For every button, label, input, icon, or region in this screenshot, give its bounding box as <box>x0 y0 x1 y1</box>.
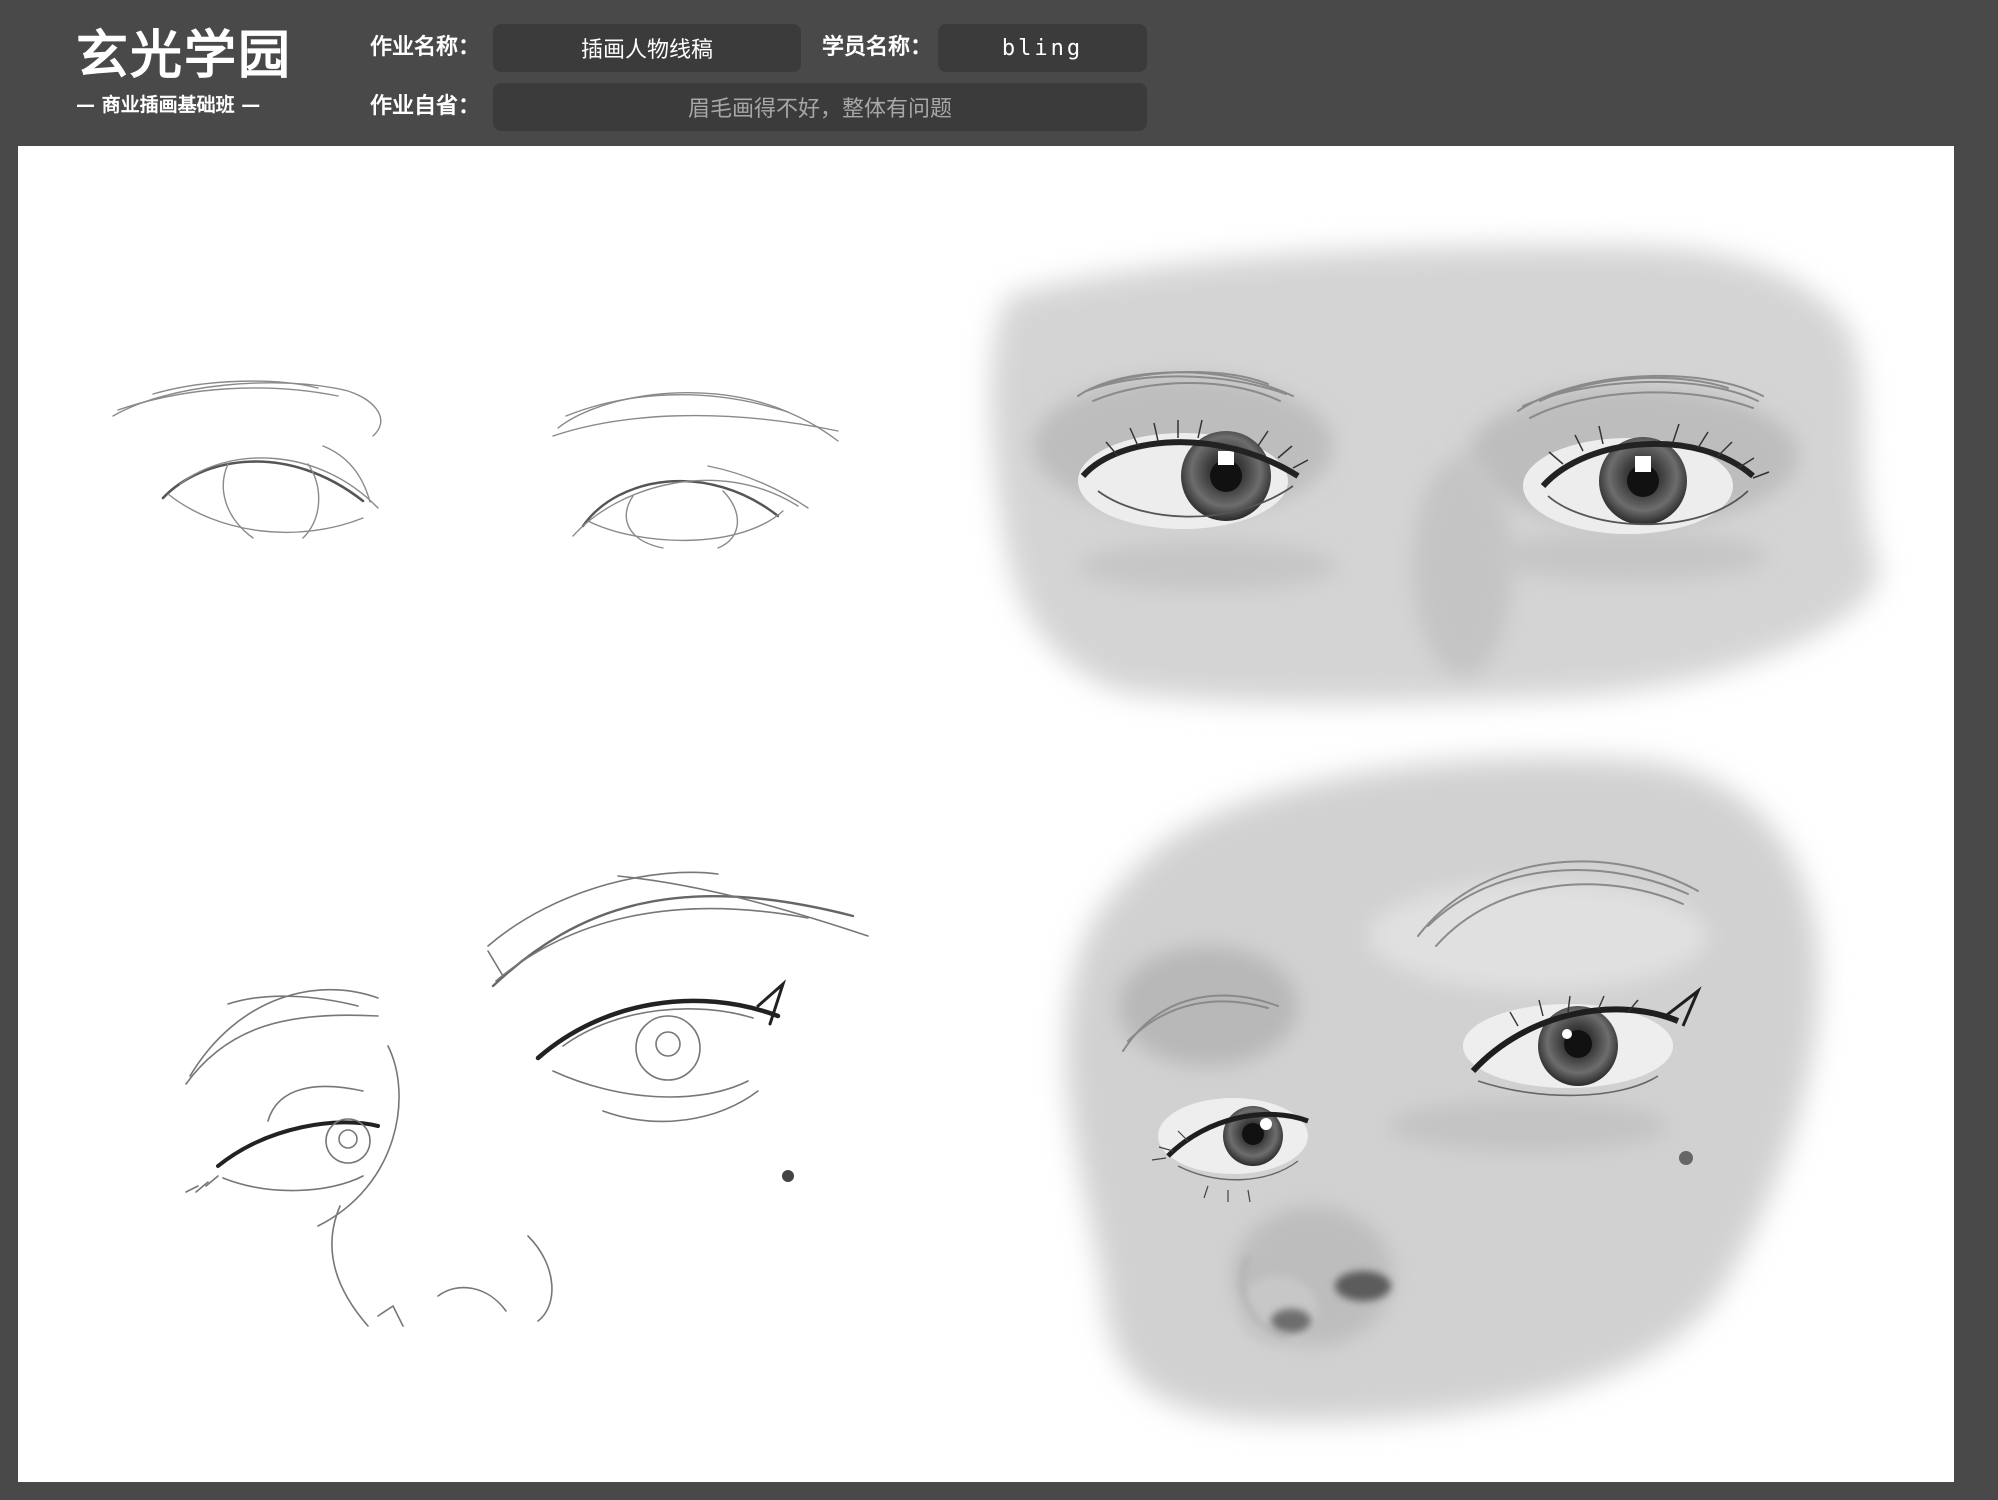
school-logo: 玄光学园 — 商业插画基础班 — <box>76 24 293 124</box>
sketch-front-eyes <box>112 380 839 549</box>
header-bar: 玄光学园 — 商业插画基础班 — 作业名称： 插画人物线稿 学员名称： blin… <box>0 0 1998 145</box>
rendered-three-quarter <box>1066 757 1820 1422</box>
sketch-three-quarter <box>185 871 869 1327</box>
student-name-field[interactable]: bling <box>938 24 1147 72</box>
rendered-front-eyes <box>990 245 1879 703</box>
homework-name-label: 作业名称： <box>370 35 481 60</box>
artwork-canvas <box>18 146 1954 1482</box>
self-review-label: 作业自省： <box>370 94 481 119</box>
self-review-field[interactable]: 眉毛画得不好，整体有问题 <box>493 83 1147 131</box>
logo-title: 玄光学园 <box>76 25 293 86</box>
student-name-label: 学员名称： <box>822 35 933 60</box>
logo-subtitle: — 商业插画基础班 — <box>76 94 261 116</box>
homework-name-field[interactable]: 插画人物线稿 <box>493 24 801 72</box>
artwork-illustration <box>112 245 1879 1422</box>
